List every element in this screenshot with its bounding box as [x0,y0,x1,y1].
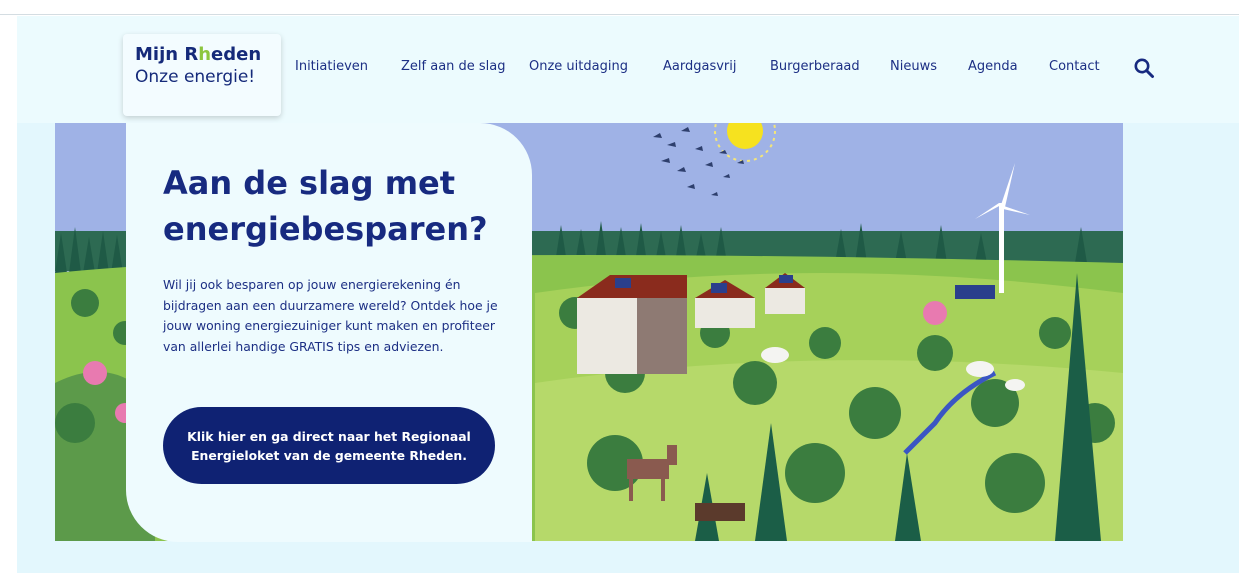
nav-item-initiatieven[interactable]: Initiatieven [295,59,368,74]
nav-item-zelf-aan-de-slag[interactable]: Zelf aan de slag [401,59,506,74]
nav-item-nieuws[interactable]: Nieuws [890,59,937,74]
energieloket-cta-button[interactable]: Klik hier en ga direct naar het Regionaa… [163,407,495,484]
bench [695,503,745,521]
nav-item-burgerberaad[interactable]: Burgerberaad [770,59,860,74]
page-background: Mijn Rheden Onze energie! Initiatieven Z… [17,16,1239,573]
site-header: Mijn Rheden Onze energie! Initiatieven Z… [17,16,1239,123]
nav-item-onze-uitdaging[interactable]: Onze uitdaging [529,59,628,74]
search-icon[interactable] [1133,57,1155,79]
top-border-line [0,14,1239,15]
hero-title: Aan de slag met energiebesparen? [163,164,488,248]
nav-item-contact[interactable]: Contact [1049,59,1100,74]
hero-description: Wil jij ook besparen op jouw energiereke… [163,277,498,354]
main-navigation: Initiatieven Zelf aan de slag Onze uitda… [17,59,1239,79]
nav-item-agenda[interactable]: Agenda [968,59,1018,74]
nav-item-aardgasvrij[interactable]: Aardgasvrij [663,59,736,74]
